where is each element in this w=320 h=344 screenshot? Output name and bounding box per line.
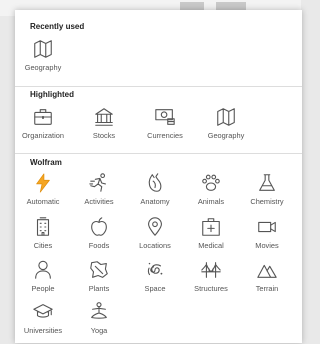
item-label: Chemistry	[250, 197, 284, 206]
person-icon	[35, 260, 51, 279]
item-label: Currencies	[147, 131, 183, 140]
data-type-yoga[interactable]: Yoga	[71, 297, 127, 341]
lightning-icon	[36, 173, 50, 193]
item-label: Foods	[88, 241, 110, 250]
data-type-animals[interactable]: Animals	[183, 168, 239, 212]
divider	[15, 153, 302, 154]
data-type-plants[interactable]: Plants	[71, 255, 127, 299]
data-type-space[interactable]: Space	[127, 255, 183, 299]
divider	[15, 86, 302, 87]
bridge-icon	[201, 262, 221, 278]
item-label: Space	[144, 284, 166, 293]
paw-icon	[202, 174, 220, 191]
map-icon	[217, 108, 235, 126]
map-icon	[34, 40, 52, 58]
building-icon	[36, 217, 50, 236]
data-type-organization[interactable]: Organization	[15, 102, 71, 146]
data-type-currencies[interactable]: Currencies	[137, 102, 193, 146]
bank-icon	[95, 108, 113, 126]
data-type-terrain[interactable]: Terrain	[239, 255, 295, 299]
item-label: People	[31, 284, 55, 293]
item-label: Cities	[33, 241, 53, 250]
data-type-medical[interactable]: Medical	[183, 212, 239, 256]
item-label: Stocks	[92, 131, 116, 140]
data-type-structures[interactable]: Structures	[183, 255, 239, 299]
item-label: Organization	[22, 131, 64, 140]
item-label: Geography	[207, 131, 245, 140]
data-type-people[interactable]: People	[15, 255, 71, 299]
leaf-icon	[90, 261, 108, 278]
briefcase-icon	[34, 109, 52, 125]
mountains-icon	[257, 264, 277, 278]
item-label: Universities	[23, 326, 63, 335]
money-icon	[155, 109, 175, 125]
data-type-stocks[interactable]: Stocks	[76, 102, 132, 146]
data-type-foods[interactable]: Foods	[71, 212, 127, 256]
pin-icon	[148, 217, 162, 236]
data-type-geography[interactable]: Geography	[198, 102, 254, 146]
item-label: Geography	[24, 63, 62, 72]
item-label: Automatic	[26, 197, 60, 206]
yoga-icon	[91, 302, 107, 319]
item-label: Movies	[255, 241, 279, 250]
item-label: Plants	[88, 284, 110, 293]
item-label: Medical	[198, 241, 224, 250]
flask-icon	[259, 174, 275, 191]
item-label: Terrain	[255, 284, 279, 293]
data-type-geography-recent[interactable]: Geography	[15, 34, 71, 78]
running-icon	[89, 173, 106, 192]
data-type-chemistry[interactable]: Chemistry	[239, 168, 295, 212]
data-type-automatic[interactable]: Automatic	[15, 168, 71, 212]
graduation-cap-icon	[33, 304, 53, 318]
anatomy-icon	[148, 173, 162, 192]
data-type-locations[interactable]: Locations	[127, 212, 183, 256]
galaxy-icon	[147, 262, 163, 276]
item-label: Activities	[84, 197, 114, 206]
section-title-highlighted: Highlighted	[30, 90, 74, 99]
item-label: Animals	[197, 197, 225, 206]
data-type-activities[interactable]: Activities	[71, 168, 127, 212]
data-type-universities[interactable]: Universities	[15, 297, 71, 341]
apple-icon	[91, 217, 107, 236]
section-title-recently-used: Recently used	[30, 22, 85, 31]
data-type-cities[interactable]: Cities	[15, 212, 71, 256]
section-title-wolfram: Wolfram	[30, 158, 62, 167]
data-types-panel: Recently used Geography Highlighted Orga…	[15, 10, 302, 343]
data-type-movies[interactable]: Movies	[239, 212, 295, 256]
item-label: Locations	[139, 241, 171, 250]
video-camera-icon	[258, 221, 276, 233]
data-type-anatomy[interactable]: Anatomy	[127, 168, 183, 212]
item-label: Yoga	[90, 326, 108, 335]
item-label: Anatomy	[140, 197, 170, 206]
item-label: Structures	[194, 284, 228, 293]
medical-kit-icon	[202, 218, 220, 236]
